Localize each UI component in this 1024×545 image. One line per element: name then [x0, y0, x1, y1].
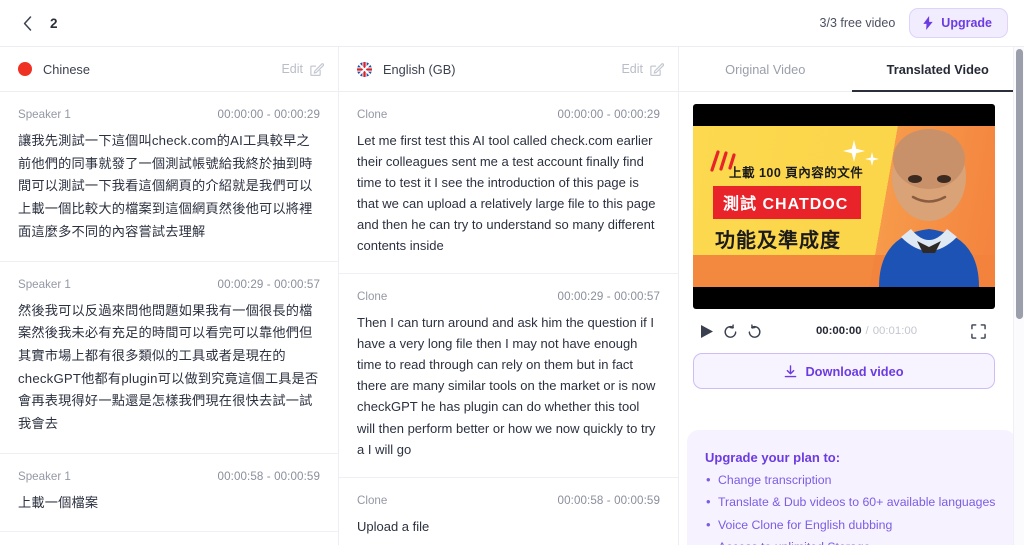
- segment-timecode: 00:00:58 - 00:00:59: [557, 493, 660, 507]
- speaker-label: Speaker 1: [18, 277, 71, 291]
- segment-text[interactable]: 然後我可以反過來問他問題如果我有一個很長的檔案然後我未必有充足的時間可以看完可以…: [18, 300, 320, 436]
- page-scrollbar[interactable]: [1013, 47, 1024, 545]
- source-language-label: Chinese: [43, 61, 90, 77]
- speaker-label: Speaker 1: [18, 108, 71, 121]
- sparkle-icon: [843, 140, 865, 162]
- uk-flag-icon: [357, 61, 372, 77]
- tab-translated-video-label: Translated Video: [886, 61, 989, 77]
- segment-timecode: 00:00:29 - 00:00:57: [217, 277, 320, 291]
- rewind-10-icon: [724, 323, 737, 338]
- thumbnail-badge-en: CHATDOC: [762, 196, 849, 213]
- list-item: Translate & Dub videos to 60+ available …: [705, 495, 998, 508]
- segment-meta: Speaker 1 00:00:00 - 00:00:29: [18, 108, 320, 121]
- segment-text[interactable]: Then I can turn around and ask him the q…: [357, 312, 660, 459]
- current-time: 00:00:00: [815, 325, 862, 337]
- table-row[interactable]: Speaker 1 00:00:00 - 00:00:29 讓我先測試一下這個叫…: [0, 92, 338, 262]
- segment-meta: Speaker 1 00:00:29 - 00:00:57: [18, 278, 320, 291]
- translated-edit-label: Edit: [621, 62, 643, 76]
- app-root: 2 3/3 free video Upgrade Chinese Edit Sp…: [0, 0, 1024, 545]
- table-row[interactable]: Clone 00:00:29 - 00:00:57 Then I can tur…: [339, 274, 678, 478]
- translated-language-header: English (GB) Edit: [339, 47, 678, 92]
- list-item: Access to unlimited Storage: [705, 540, 998, 545]
- presenter-photo: [879, 129, 979, 287]
- thumbnail-badge-cn: 測試: [723, 196, 758, 213]
- segment-meta: Speaker 1 00:00:58 - 00:00:59: [18, 470, 320, 483]
- chevron-left-icon: [23, 15, 31, 31]
- segment-timecode: 00:00:29 - 00:00:57: [557, 290, 660, 304]
- play-button[interactable]: [700, 324, 714, 339]
- segment-timecode: 00:00:58 - 00:00:59: [217, 469, 320, 483]
- page-title: 2: [50, 15, 58, 31]
- tab-original-video[interactable]: Original Video: [679, 47, 852, 91]
- download-icon: [785, 364, 797, 377]
- edit-pencil-square-icon: [310, 62, 324, 76]
- video-player[interactable]: 上載 100 頁內容的文件 測試 CHATDOC 功能及準成度: [693, 104, 995, 309]
- time-separator: /: [865, 325, 869, 337]
- segment-meta: Clone 00:00:58 - 00:00:59: [357, 494, 660, 507]
- upgrade-panel: Upgrade your plan to: Change transcripti…: [687, 430, 1016, 545]
- upgrade-panel-title: Upgrade your plan to:: [705, 450, 841, 465]
- translated-transcript-column: English (GB) Edit Clone 00:00:00 - 00:00…: [339, 47, 679, 545]
- download-video-button[interactable]: Download video: [693, 353, 995, 389]
- list-item: Change transcription: [705, 473, 998, 486]
- edit-pencil-square-icon: [650, 62, 664, 76]
- duration-time: 00:01:00: [872, 325, 918, 337]
- forward-button[interactable]: [747, 323, 762, 339]
- table-row[interactable]: Speaker 1 00:00:58 - 00:00:59 上載一個檔案: [0, 454, 338, 533]
- segment-text[interactable]: 上載一個檔案: [18, 492, 320, 515]
- source-edit-button[interactable]: Edit: [281, 62, 324, 77]
- forward-10-icon: [748, 323, 761, 338]
- speaker-label: Clone: [357, 108, 388, 121]
- thumbnail-line1: 上載 100 頁內容的文件: [729, 166, 864, 180]
- top-bar: 2 3/3 free video Upgrade: [0, 0, 1024, 47]
- upgrade-feature-list: Change transcription Translate & Dub vid…: [705, 473, 998, 545]
- rewind-button[interactable]: [723, 323, 738, 339]
- segment-timecode: 00:00:00 - 00:00:29: [217, 108, 320, 121]
- video-thumbnail: 上載 100 頁內容的文件 測試 CHATDOC 功能及準成度: [693, 104, 995, 309]
- segment-timecode: 00:00:00 - 00:00:29: [557, 108, 660, 121]
- source-transcript-column: Chinese Edit Speaker 1 00:00:00 - 00:00:…: [0, 47, 339, 545]
- main-body: Chinese Edit Speaker 1 00:00:00 - 00:00:…: [0, 47, 1024, 545]
- speaker-label: Clone: [357, 290, 388, 304]
- segment-text[interactable]: Let me first test this AI tool called ch…: [357, 130, 660, 256]
- thumbnail-line3: 功能及準成度: [715, 230, 841, 252]
- tab-original-video-label: Original Video: [725, 61, 806, 77]
- segment-text[interactable]: Upload a file: [357, 516, 660, 537]
- fullscreen-icon: [971, 323, 986, 339]
- topbar-actions: 3/3 free video Upgrade: [820, 8, 1008, 38]
- back-button[interactable]: [14, 10, 40, 36]
- translated-segment-list: Clone 00:00:00 - 00:00:29 Let me first t…: [339, 92, 678, 545]
- scrollbar-thumb[interactable]: [1016, 49, 1023, 319]
- free-video-counter: 3/3 free video: [819, 16, 896, 30]
- download-video-label: Download video: [805, 363, 904, 379]
- translated-edit-button[interactable]: Edit: [621, 62, 664, 77]
- translated-language-label: English (GB): [383, 61, 456, 77]
- thumbnail-badge: 測試 CHATDOC: [713, 186, 862, 219]
- video-tabs: Original Video Translated Video: [679, 47, 1024, 92]
- table-row[interactable]: Clone 00:00:58 - 00:00:59 Upload a file: [339, 478, 678, 545]
- upgrade-button[interactable]: Upgrade: [909, 8, 1008, 38]
- segment-text[interactable]: 讓我先測試一下這個叫check.com的AI工具較早之前他們的同事就發了一個測試…: [18, 130, 320, 244]
- video-column: Original Video Translated Video 上載 100 頁…: [679, 47, 1024, 545]
- source-edit-label: Edit: [281, 62, 303, 76]
- tab-translated-video[interactable]: Translated Video: [851, 47, 1024, 92]
- speaker-label: Speaker 1: [18, 469, 71, 483]
- segment-meta: Clone 00:00:00 - 00:00:29: [357, 108, 660, 121]
- player-controls: 00:00:00 / 00:01:00: [693, 309, 995, 353]
- play-icon: [701, 324, 713, 338]
- source-language-header: Chinese Edit: [0, 47, 338, 92]
- red-circle-flag-icon: [18, 62, 32, 76]
- fullscreen-button[interactable]: [971, 323, 986, 339]
- video-player-wrapper: 上載 100 頁內容的文件 測試 CHATDOC 功能及準成度 00:00:00…: [679, 92, 1024, 353]
- table-row[interactable]: Clone 00:00:00 - 00:00:29 Let me first t…: [339, 92, 678, 275]
- list-item: Voice Clone for English dubbing: [705, 518, 998, 531]
- lightning-bolt-icon: [923, 16, 933, 30]
- segment-meta: Clone 00:00:29 - 00:00:57: [357, 290, 660, 303]
- source-segment-list: Speaker 1 00:00:00 - 00:00:29 讓我先測試一下這個叫…: [0, 92, 338, 545]
- player-time: 00:00:00 / 00:01:00: [816, 325, 917, 337]
- speaker-label: Clone: [357, 493, 388, 507]
- table-row[interactable]: Speaker 1 00:00:29 - 00:00:57 然後我可以反過來問他…: [0, 262, 338, 454]
- upgrade-button-label: Upgrade: [941, 16, 992, 30]
